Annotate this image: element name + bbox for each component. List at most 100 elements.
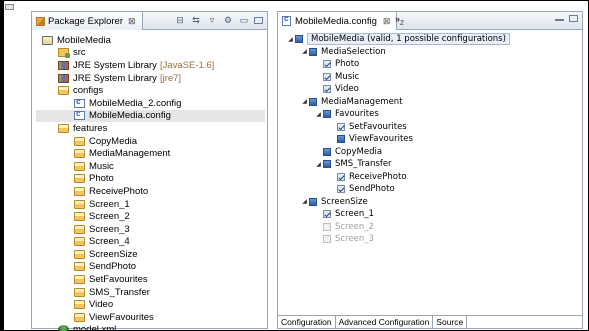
expand-twisty-icon[interactable]: ◢ <box>286 36 295 43</box>
minimize-icon[interactable]: ▭ <box>238 14 250 26</box>
feature-item[interactable]: SetFavourites <box>282 121 578 134</box>
tree-item[interactable]: model.xml <box>36 324 265 331</box>
feature-item[interactable]: Photo <box>282 58 578 71</box>
feature-label: ViewFavourites <box>349 134 413 145</box>
expand-twisty-icon[interactable]: ◢ <box>314 161 323 168</box>
feature-item[interactable]: Screen_2 <box>282 221 578 234</box>
tree-item[interactable]: Screen_1 <box>36 198 265 211</box>
tree-item[interactable]: Screen_4 <box>36 236 265 249</box>
feature-icon <box>337 135 345 144</box>
feature-item[interactable]: SendPhoto <box>282 183 578 196</box>
tree-item-label: Screen_1 <box>89 198 130 210</box>
tree-item[interactable]: Photo <box>36 173 265 186</box>
tree-item[interactable]: configs <box>36 84 265 97</box>
tree-item[interactable]: MobileMedia.config <box>36 109 265 123</box>
feature-item[interactable]: ReceivePhoto <box>282 171 578 184</box>
tree-item[interactable]: ViewFavourites <box>36 311 265 324</box>
checkbox-disabled <box>323 235 331 244</box>
folder-icon <box>74 262 85 272</box>
tree-item[interactable]: Music <box>36 160 265 173</box>
folder-icon <box>74 186 85 196</box>
tab-source[interactable]: Source <box>433 316 468 328</box>
tree-item[interactable]: Video <box>36 298 265 311</box>
checkbox-checked[interactable] <box>337 185 345 194</box>
folder-icon <box>74 199 85 209</box>
feature-icon <box>323 147 331 156</box>
tree-item-label: JRE System Library <box>73 59 157 71</box>
checkbox-checked[interactable] <box>323 72 331 81</box>
tree-item-label: model.xml <box>73 324 117 331</box>
feature-model-root[interactable]: ◢ MobileMedia (valid, 1 possible configur… <box>282 33 578 46</box>
tree-item[interactable]: SendPhoto <box>36 261 265 274</box>
tree-item-decoration: [JavaSE-1.6] <box>159 59 215 71</box>
tree-item[interactable]: Screen_2 <box>36 210 265 223</box>
feature-item[interactable]: Music <box>282 71 578 84</box>
feature-label: MobileMedia (valid, 1 possible configura… <box>307 33 510 46</box>
expand-twisty-icon[interactable]: ◢ <box>300 198 309 205</box>
feature-label: SMS_Transfer <box>335 159 392 170</box>
feature-item[interactable]: Screen_3 <box>282 233 578 246</box>
view-menu-icon[interactable]: ▿ <box>206 14 218 26</box>
editor-overflow-button[interactable]: »2 <box>395 14 404 27</box>
link-with-editor-icon[interactable]: ⇆ <box>190 14 202 26</box>
checkbox-checked[interactable] <box>337 122 345 131</box>
tree-item[interactable]: CopyMedia <box>36 135 265 148</box>
tree-item-decoration: [jre7] <box>159 72 182 84</box>
feature-item[interactable]: ◢ MediaSelection <box>282 46 578 59</box>
tree-item[interactable]: MediaManagement <box>36 147 265 160</box>
minimize-icon[interactable] <box>555 19 564 21</box>
feature-item[interactable]: Video <box>282 83 578 96</box>
tree-item[interactable]: Screen_3 <box>36 223 265 236</box>
feature-item[interactable]: Screen_1 <box>282 208 578 221</box>
tree-item-label: Screen_3 <box>89 223 130 235</box>
editor-toolbar <box>555 15 578 22</box>
tree-item[interactable]: SMS_Transfer <box>36 286 265 299</box>
expand-twisty-icon[interactable]: ◢ <box>300 98 309 105</box>
filter-icon[interactable]: ⚙ <box>222 14 234 26</box>
tree-item[interactable]: MobileMedia_2.config <box>36 97 265 110</box>
editor-tab-mobilemedia-config[interactable]: MobileMedia.config ⊠ <box>278 12 398 30</box>
tree-item[interactable]: features <box>36 122 265 135</box>
checkbox-checked[interactable] <box>337 172 345 181</box>
tree-item-label: configs <box>73 85 104 97</box>
tree-item-label: MediaManagement <box>89 148 171 160</box>
maximize-icon[interactable] <box>254 16 263 24</box>
collapse-all-icon[interactable]: ⊟ <box>174 14 186 26</box>
tree-item-label: Screen_4 <box>89 236 130 248</box>
source-folder-icon <box>58 48 70 59</box>
feature-item[interactable]: ◢ SMS_Transfer <box>282 158 578 171</box>
tree-item[interactable]: MobileMedia <box>36 34 265 47</box>
tree-item[interactable]: ScreenSize <box>36 248 265 261</box>
tree-item-label: MobileMedia <box>57 34 111 46</box>
feature-label: Favourites <box>335 109 379 120</box>
checkbox-checked[interactable] <box>323 210 331 219</box>
expand-twisty-icon[interactable]: ◢ <box>300 48 309 55</box>
tree-item[interactable]: src <box>36 47 265 60</box>
feature-item[interactable]: ◢ ScreenSize <box>282 196 578 209</box>
feature-icon <box>295 35 303 44</box>
expand-twisty-icon[interactable]: ◢ <box>314 111 323 118</box>
checkbox-disabled <box>323 222 331 231</box>
package-explorer-tab[interactable]: Package Explorer ⊠ <box>32 12 143 30</box>
folder-icon <box>74 174 85 184</box>
maximize-icon[interactable] <box>569 15 578 22</box>
folder-open-icon <box>58 123 69 133</box>
checkbox-checked[interactable] <box>323 60 331 69</box>
tree-item[interactable]: JRE System Library [jre7] <box>36 72 265 85</box>
feature-item[interactable]: CopyMedia <box>282 146 578 159</box>
close-icon[interactable]: ⊠ <box>128 16 136 27</box>
tab-advanced-configuration[interactable]: Advanced Configuration <box>336 316 434 328</box>
tree-item[interactable]: SetFavourites <box>36 273 265 286</box>
feature-label: Screen_2 <box>335 221 374 232</box>
tree-item[interactable]: JRE System Library [JavaSE-1.6] <box>36 59 265 72</box>
checkbox-checked[interactable] <box>323 85 331 94</box>
feature-item[interactable]: ◢ Favourites <box>282 108 578 121</box>
feature-item[interactable]: ◢ MediaManagement <box>282 96 578 109</box>
feature-item[interactable]: ViewFavourites <box>282 133 578 146</box>
feature-icon <box>309 47 317 56</box>
feature-label: ScreenSize <box>321 196 368 207</box>
tab-configuration[interactable]: Configuration <box>278 316 336 328</box>
tree-item[interactable]: ReceivePhoto <box>36 185 265 198</box>
close-icon[interactable]: ⊠ <box>383 16 391 27</box>
feature-label: MediaSelection <box>321 46 386 57</box>
